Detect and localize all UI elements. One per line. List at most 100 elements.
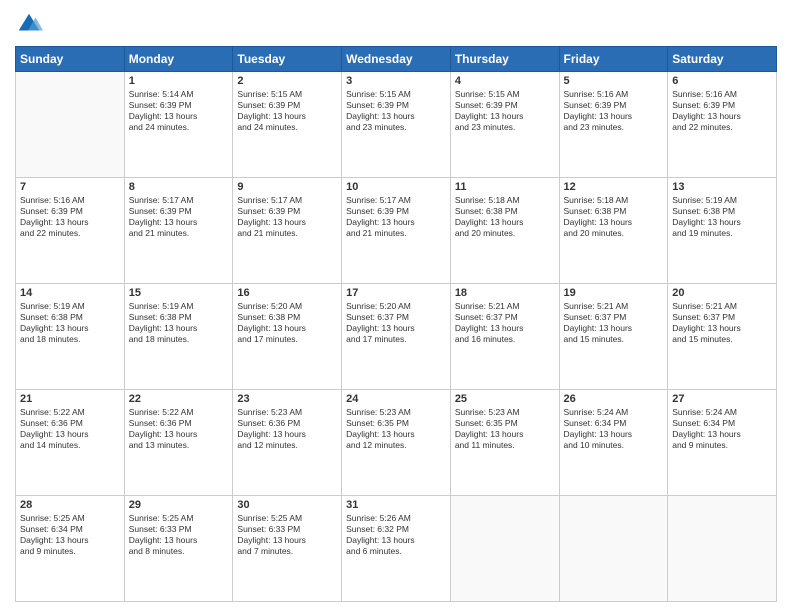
cell-line: Daylight: 13 hours: [455, 429, 555, 440]
calendar-cell: 6Sunrise: 5:16 AMSunset: 6:39 PMDaylight…: [668, 72, 777, 178]
calendar-cell: 29Sunrise: 5:25 AMSunset: 6:33 PMDayligh…: [124, 496, 233, 602]
cell-line: and 16 minutes.: [455, 334, 555, 345]
cell-line: Sunset: 6:35 PM: [455, 418, 555, 429]
cell-line: and 20 minutes.: [455, 228, 555, 239]
day-number: 17: [346, 287, 446, 299]
calendar-cell: 15Sunrise: 5:19 AMSunset: 6:38 PMDayligh…: [124, 284, 233, 390]
logo-icon: [15, 10, 43, 38]
calendar-table: SundayMondayTuesdayWednesdayThursdayFrid…: [15, 46, 777, 602]
calendar-cell: 8Sunrise: 5:17 AMSunset: 6:39 PMDaylight…: [124, 178, 233, 284]
cell-line: Sunset: 6:39 PM: [672, 100, 772, 111]
day-header-tuesday: Tuesday: [233, 47, 342, 72]
cell-line: Sunset: 6:36 PM: [129, 418, 229, 429]
cell-line: Sunrise: 5:25 AM: [237, 513, 337, 524]
cell-line: Sunrise: 5:22 AM: [129, 407, 229, 418]
cell-line: and 20 minutes.: [564, 228, 664, 239]
calendar-cell: 2Sunrise: 5:15 AMSunset: 6:39 PMDaylight…: [233, 72, 342, 178]
calendar-cell: 22Sunrise: 5:22 AMSunset: 6:36 PMDayligh…: [124, 390, 233, 496]
cell-line: Sunrise: 5:17 AM: [237, 195, 337, 206]
day-number: 26: [564, 393, 664, 405]
cell-line: Sunrise: 5:15 AM: [346, 89, 446, 100]
cell-line: Sunrise: 5:25 AM: [20, 513, 120, 524]
cell-line: Sunset: 6:39 PM: [237, 100, 337, 111]
day-number: 2: [237, 75, 337, 87]
cell-line: and 22 minutes.: [20, 228, 120, 239]
calendar-cell: [668, 496, 777, 602]
header: [15, 10, 777, 38]
cell-line: Sunset: 6:38 PM: [672, 206, 772, 217]
cell-line: and 15 minutes.: [672, 334, 772, 345]
cell-line: Sunset: 6:38 PM: [20, 312, 120, 323]
cell-line: Sunset: 6:36 PM: [20, 418, 120, 429]
cell-line: Sunrise: 5:20 AM: [346, 301, 446, 312]
cell-line: Daylight: 13 hours: [455, 111, 555, 122]
day-number: 28: [20, 499, 120, 511]
calendar-cell: 18Sunrise: 5:21 AMSunset: 6:37 PMDayligh…: [450, 284, 559, 390]
cell-line: Daylight: 13 hours: [237, 217, 337, 228]
day-number: 22: [129, 393, 229, 405]
cell-line: Sunrise: 5:22 AM: [20, 407, 120, 418]
calendar-cell: 4Sunrise: 5:15 AMSunset: 6:39 PMDaylight…: [450, 72, 559, 178]
cell-line: and 9 minutes.: [672, 440, 772, 451]
cell-line: Sunset: 6:39 PM: [20, 206, 120, 217]
cell-line: Sunset: 6:33 PM: [237, 524, 337, 535]
cell-line: Sunrise: 5:15 AM: [455, 89, 555, 100]
cell-line: Sunset: 6:38 PM: [455, 206, 555, 217]
cell-line: and 11 minutes.: [455, 440, 555, 451]
day-number: 10: [346, 181, 446, 193]
cell-line: Sunrise: 5:19 AM: [129, 301, 229, 312]
cell-line: Sunrise: 5:19 AM: [20, 301, 120, 312]
cell-line: and 21 minutes.: [129, 228, 229, 239]
cell-line: Sunrise: 5:19 AM: [672, 195, 772, 206]
calendar-cell: 30Sunrise: 5:25 AMSunset: 6:33 PMDayligh…: [233, 496, 342, 602]
day-number: 6: [672, 75, 772, 87]
cell-line: Sunrise: 5:26 AM: [346, 513, 446, 524]
day-number: 19: [564, 287, 664, 299]
cell-line: Sunrise: 5:20 AM: [237, 301, 337, 312]
cell-line: and 7 minutes.: [237, 546, 337, 557]
cell-line: Sunset: 6:37 PM: [672, 312, 772, 323]
cell-line: Daylight: 13 hours: [237, 111, 337, 122]
calendar-cell: 13Sunrise: 5:19 AMSunset: 6:38 PMDayligh…: [668, 178, 777, 284]
cell-line: Daylight: 13 hours: [129, 111, 229, 122]
day-header-wednesday: Wednesday: [342, 47, 451, 72]
page: SundayMondayTuesdayWednesdayThursdayFrid…: [0, 0, 792, 612]
cell-line: and 18 minutes.: [129, 334, 229, 345]
cell-line: Daylight: 13 hours: [346, 111, 446, 122]
cell-line: and 9 minutes.: [20, 546, 120, 557]
cell-line: Sunset: 6:39 PM: [129, 100, 229, 111]
cell-line: Sunset: 6:38 PM: [129, 312, 229, 323]
cell-line: Sunrise: 5:25 AM: [129, 513, 229, 524]
cell-line: Sunrise: 5:21 AM: [672, 301, 772, 312]
cell-line: Sunset: 6:37 PM: [564, 312, 664, 323]
day-number: 11: [455, 181, 555, 193]
cell-line: Daylight: 13 hours: [346, 323, 446, 334]
calendar-week-2: 7Sunrise: 5:16 AMSunset: 6:39 PMDaylight…: [16, 178, 777, 284]
cell-line: Daylight: 13 hours: [564, 323, 664, 334]
day-number: 1: [129, 75, 229, 87]
cell-line: Daylight: 13 hours: [346, 217, 446, 228]
cell-line: Daylight: 13 hours: [455, 323, 555, 334]
cell-line: Sunset: 6:39 PM: [564, 100, 664, 111]
calendar-cell: 5Sunrise: 5:16 AMSunset: 6:39 PMDaylight…: [559, 72, 668, 178]
cell-line: Sunset: 6:39 PM: [129, 206, 229, 217]
cell-line: Sunrise: 5:17 AM: [129, 195, 229, 206]
calendar-cell: 24Sunrise: 5:23 AMSunset: 6:35 PMDayligh…: [342, 390, 451, 496]
calendar-cell: 16Sunrise: 5:20 AMSunset: 6:38 PMDayligh…: [233, 284, 342, 390]
cell-line: Daylight: 13 hours: [20, 217, 120, 228]
day-header-friday: Friday: [559, 47, 668, 72]
cell-line: Sunset: 6:39 PM: [455, 100, 555, 111]
cell-line: Sunrise: 5:18 AM: [455, 195, 555, 206]
cell-line: and 10 minutes.: [564, 440, 664, 451]
cell-line: Sunrise: 5:16 AM: [564, 89, 664, 100]
day-number: 21: [20, 393, 120, 405]
calendar-cell: 21Sunrise: 5:22 AMSunset: 6:36 PMDayligh…: [16, 390, 125, 496]
cell-line: and 17 minutes.: [346, 334, 446, 345]
logo: [15, 10, 47, 38]
calendar-cell: 9Sunrise: 5:17 AMSunset: 6:39 PMDaylight…: [233, 178, 342, 284]
calendar-cell: 28Sunrise: 5:25 AMSunset: 6:34 PMDayligh…: [16, 496, 125, 602]
cell-line: Daylight: 13 hours: [20, 323, 120, 334]
cell-line: Daylight: 13 hours: [564, 111, 664, 122]
calendar-cell: 26Sunrise: 5:24 AMSunset: 6:34 PMDayligh…: [559, 390, 668, 496]
calendar-cell: 11Sunrise: 5:18 AMSunset: 6:38 PMDayligh…: [450, 178, 559, 284]
